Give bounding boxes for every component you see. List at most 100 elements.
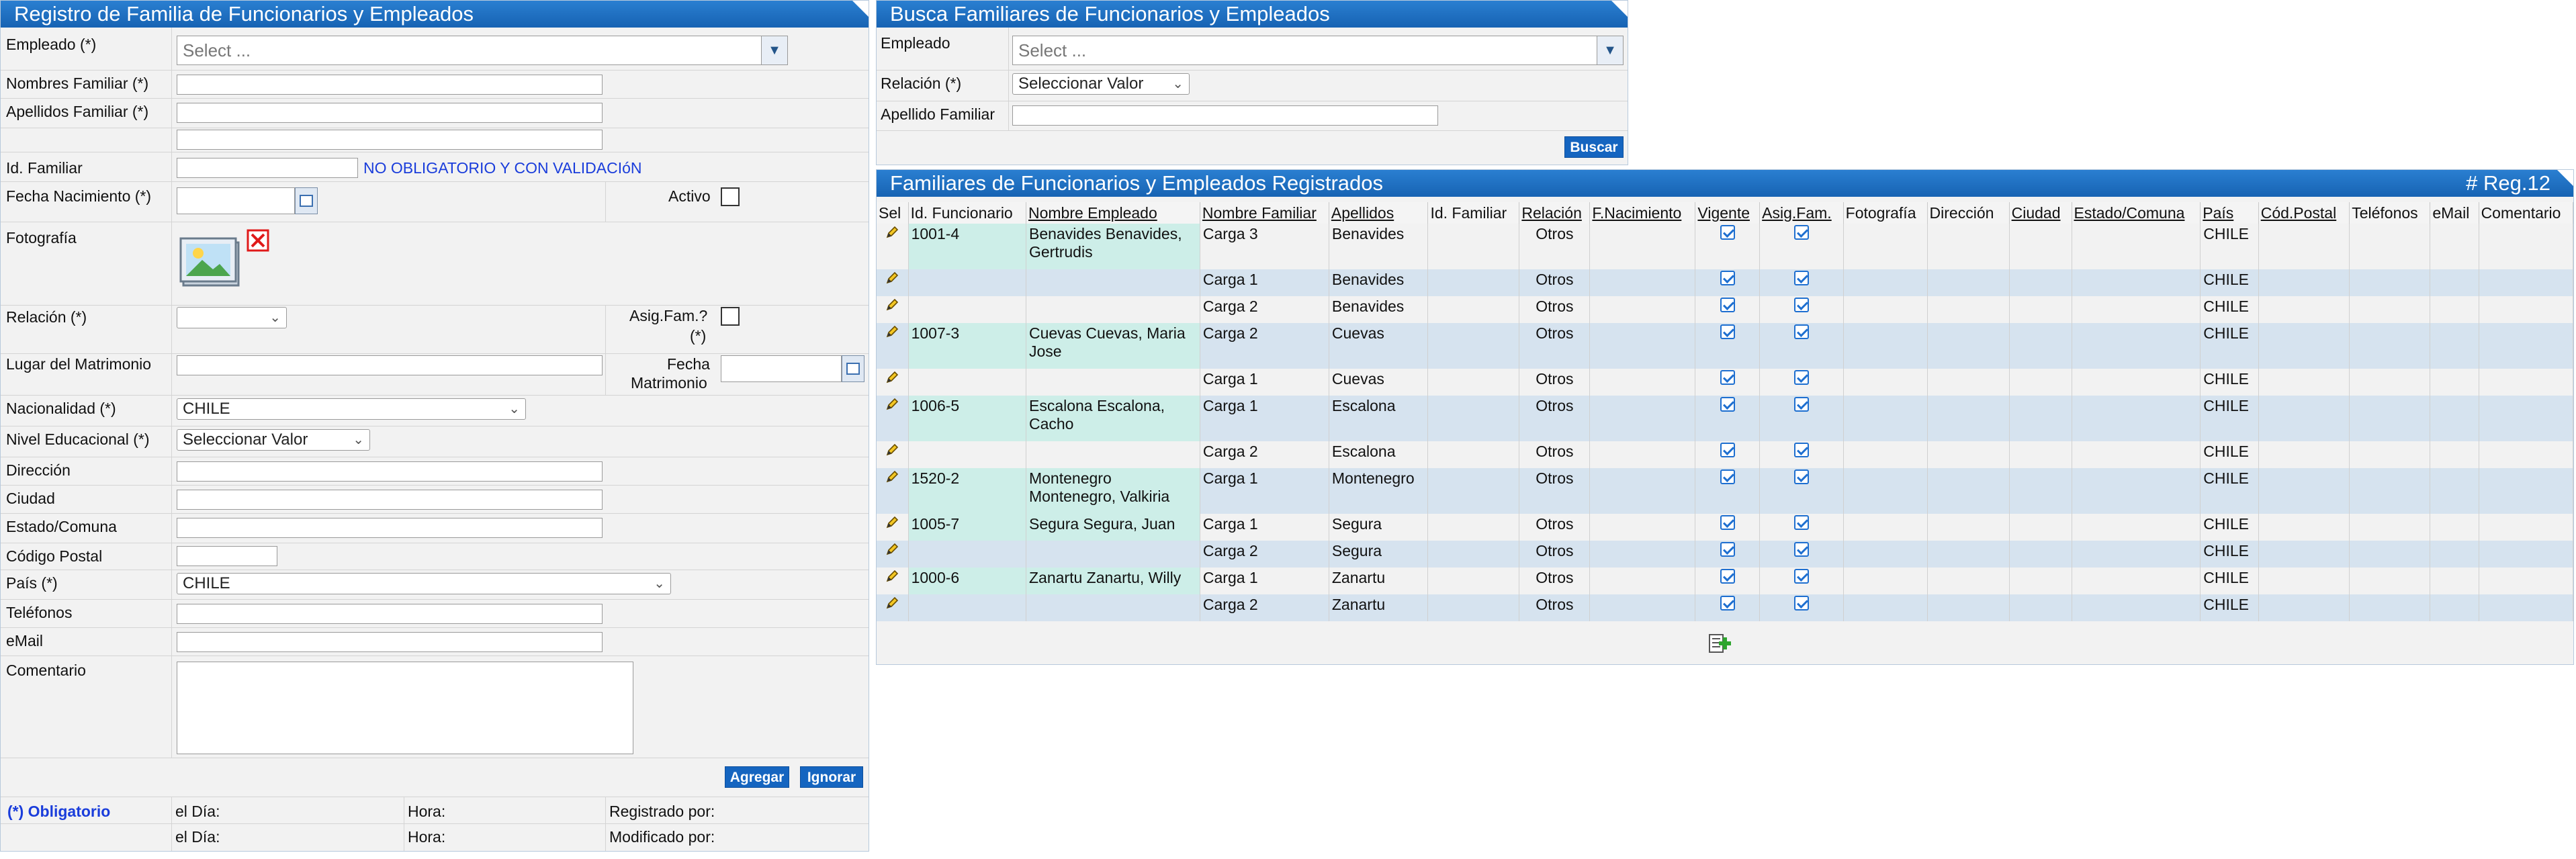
- collapse-corner-icon[interactable]: [1611, 1, 1628, 17]
- vigente-cell[interactable]: [1695, 396, 1761, 441]
- edit-pencil-icon[interactable]: [885, 298, 899, 312]
- asig-fam-cell[interactable]: [1759, 514, 1844, 541]
- ciudad-input[interactable]: [177, 490, 603, 510]
- asig-fam-checkbox[interactable]: [1793, 324, 1809, 339]
- asig-fam-cell[interactable]: [1759, 468, 1844, 514]
- vigente-checkbox[interactable]: [1720, 515, 1735, 530]
- select-cell[interactable]: [877, 269, 909, 296]
- column-header-nombre-familiar[interactable]: Nombre Familiar: [1200, 202, 1329, 224]
- select-cell[interactable]: [877, 514, 909, 541]
- edit-pencil-icon[interactable]: [885, 225, 899, 240]
- table-row[interactable]: Carga 2 Zanartu Otros CHILE: [877, 594, 2574, 621]
- asig-fam-checkbox[interactable]: [1793, 397, 1809, 412]
- nombres-input[interactable]: [177, 75, 603, 95]
- vigente-cell[interactable]: [1695, 594, 1761, 621]
- vigente-checkbox[interactable]: [1720, 443, 1735, 457]
- nivel-select[interactable]: Seleccionar Valor ⌄: [177, 429, 370, 451]
- edit-pencil-icon[interactable]: [885, 596, 899, 611]
- ignorar-button[interactable]: Ignorar: [800, 766, 863, 788]
- asig-fam-cell[interactable]: [1759, 594, 1844, 621]
- id-familiar-input[interactable]: [177, 158, 358, 178]
- vigente-checkbox[interactable]: [1720, 469, 1735, 484]
- chevron-down-icon[interactable]: ▼: [761, 36, 787, 64]
- vigente-checkbox[interactable]: [1720, 370, 1735, 385]
- asig-fam-checkbox[interactable]: [1793, 596, 1809, 611]
- edit-pencil-icon[interactable]: [885, 569, 899, 584]
- asig-fam-cell[interactable]: [1759, 296, 1844, 323]
- table-row[interactable]: 1006-5 Escalona Escalona, Cacho Carga 1 Esc…: [877, 396, 2574, 441]
- vigente-checkbox[interactable]: [1720, 271, 1735, 285]
- add-record-icon[interactable]: [1707, 632, 1734, 656]
- asig-fam-checkbox[interactable]: [1793, 271, 1809, 285]
- calendar-icon[interactable]: [842, 355, 864, 382]
- apellidos-input-2[interactable]: [177, 130, 603, 150]
- nacionalidad-select[interactable]: CHILE ⌄: [177, 398, 526, 420]
- table-row[interactable]: 1520-2 Montenegro Montenegro, Valkiria Car…: [877, 468, 2574, 514]
- vigente-cell[interactable]: [1695, 468, 1761, 514]
- asig-fam-checkbox[interactable]: [1793, 298, 1809, 312]
- vigente-checkbox[interactable]: [1720, 225, 1735, 240]
- table-row[interactable]: 1007-3 Cuevas Cuevas, Maria Jose Carga 2 Cu…: [877, 323, 2574, 369]
- table-row[interactable]: 1005-7 Segura Segura, Juan Carga 1 Segura Ot…: [877, 514, 2574, 541]
- vigente-checkbox[interactable]: [1720, 324, 1735, 339]
- vigente-checkbox[interactable]: [1720, 542, 1735, 557]
- column-header-relaci-n[interactable]: Relación: [1519, 202, 1591, 224]
- select-cell[interactable]: [877, 323, 909, 369]
- relacion-select[interactable]: ⌄: [177, 307, 287, 328]
- photo-placeholder-icon[interactable]: [179, 236, 244, 289]
- table-row[interactable]: Carga 2 Escalona Otros CHILE: [877, 441, 2574, 468]
- select-cell[interactable]: [877, 369, 909, 396]
- vigente-checkbox[interactable]: [1720, 397, 1735, 412]
- column-header-pa-s[interactable]: País: [2200, 202, 2259, 224]
- asig-fam-checkbox[interactable]: [1793, 443, 1809, 457]
- collapse-corner-icon[interactable]: [2557, 170, 2573, 186]
- select-cell[interactable]: [877, 541, 909, 568]
- edit-pencil-icon[interactable]: [885, 443, 899, 457]
- edit-pencil-icon[interactable]: [885, 324, 899, 339]
- vigente-cell[interactable]: [1695, 269, 1761, 296]
- edit-pencil-icon[interactable]: [885, 542, 899, 557]
- asig-fam-cell[interactable]: [1759, 224, 1844, 269]
- asig-fam-cell[interactable]: [1759, 269, 1844, 296]
- pais-select[interactable]: CHILE ⌄: [177, 573, 671, 594]
- asig-fam-cell[interactable]: [1759, 396, 1844, 441]
- asig-fam-cell[interactable]: [1759, 369, 1844, 396]
- asig-fam-checkbox[interactable]: [721, 307, 740, 326]
- column-header-estado-comuna[interactable]: Estado/Comuna: [2072, 202, 2201, 224]
- table-row[interactable]: Carga 2 Benavides Otros CHILE: [877, 296, 2574, 323]
- asig-fam-cell[interactable]: [1759, 441, 1844, 468]
- column-header-ciudad[interactable]: Ciudad: [2009, 202, 2072, 224]
- vigente-cell[interactable]: [1695, 224, 1761, 269]
- calendar-icon[interactable]: [295, 187, 318, 214]
- lugar-matrimonio-input[interactable]: [177, 355, 603, 375]
- select-cell[interactable]: [877, 594, 909, 621]
- asig-fam-checkbox[interactable]: [1793, 370, 1809, 385]
- column-header-apellidos[interactable]: Apellidos: [1329, 202, 1429, 224]
- vigente-cell[interactable]: [1695, 441, 1761, 468]
- email-input[interactable]: [177, 632, 603, 652]
- column-header-nombre-empleado[interactable]: Nombre Empleado: [1026, 202, 1200, 224]
- comentario-textarea[interactable]: [177, 662, 633, 754]
- table-row[interactable]: Carga 1 Benavides Otros CHILE: [877, 269, 2574, 296]
- select-cell[interactable]: [877, 441, 909, 468]
- asig-fam-checkbox[interactable]: [1793, 515, 1809, 530]
- select-cell[interactable]: [877, 468, 909, 514]
- telefonos-input[interactable]: [177, 604, 603, 624]
- edit-pencil-icon[interactable]: [885, 370, 899, 385]
- vigente-cell[interactable]: [1695, 541, 1761, 568]
- vigente-checkbox[interactable]: [1720, 569, 1735, 584]
- codigo-postal-input[interactable]: [177, 546, 277, 566]
- buscar-button[interactable]: Buscar: [1564, 136, 1624, 158]
- agregar-button[interactable]: Agregar: [725, 766, 789, 788]
- fecha-nacimiento-input[interactable]: [177, 187, 295, 214]
- select-cell[interactable]: [877, 568, 909, 594]
- table-row[interactable]: Carga 2 Segura Otros CHILE: [877, 541, 2574, 568]
- table-row[interactable]: 1001-4 Benavides Benavides, Gertrudis Carg…: [877, 224, 2574, 269]
- estado-input[interactable]: [177, 518, 603, 538]
- chevron-down-icon[interactable]: ▼: [1597, 36, 1623, 64]
- vigente-cell[interactable]: [1695, 296, 1761, 323]
- edit-pencil-icon[interactable]: [885, 397, 899, 412]
- table-row[interactable]: 1000-6 Zanartu Zanartu, Willy Carga 1 Zanar…: [877, 568, 2574, 594]
- vigente-checkbox[interactable]: [1720, 596, 1735, 611]
- edit-pencil-icon[interactable]: [885, 515, 899, 530]
